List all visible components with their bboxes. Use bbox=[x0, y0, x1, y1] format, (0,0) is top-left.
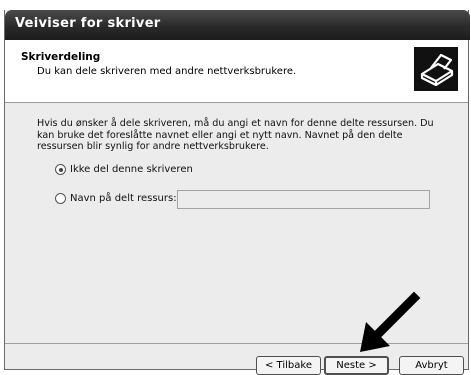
printer-icon bbox=[414, 47, 458, 91]
wizard-header: Skriverdeling Du kan dele skriveren med … bbox=[5, 40, 468, 103]
radio-share-name[interactable]: Navn på delt ressurs: bbox=[55, 193, 177, 204]
radio-share-name-label: Navn på delt ressurs: bbox=[70, 193, 177, 204]
header-subtitle: Du kan dele skriveren med andre nettverk… bbox=[37, 66, 297, 77]
window-title: Veiviser for skriver bbox=[15, 16, 161, 31]
radio-button-checked[interactable] bbox=[55, 164, 66, 175]
next-button[interactable]: Neste > bbox=[324, 356, 389, 375]
radio-button-unchecked[interactable] bbox=[55, 193, 66, 204]
footer-divider bbox=[5, 343, 468, 344]
back-button[interactable]: < Tilbake bbox=[256, 356, 321, 375]
description-text: Hvis du ønsker å dele skriveren, må du a… bbox=[37, 118, 434, 152]
radio-no-share-label: Ikke del denne skriveren bbox=[70, 164, 193, 175]
cancel-button[interactable]: Avbryt bbox=[399, 356, 464, 375]
radio-no-share[interactable]: Ikke del denne skriveren bbox=[55, 164, 193, 175]
title-bar[interactable]: Veiviser for skriver bbox=[5, 10, 470, 40]
wizard-window: Veiviser for skriver Skriverdeling Du ka… bbox=[4, 10, 470, 375]
header-title: Skriverdeling bbox=[21, 51, 101, 63]
share-name-input[interactable] bbox=[177, 190, 430, 209]
